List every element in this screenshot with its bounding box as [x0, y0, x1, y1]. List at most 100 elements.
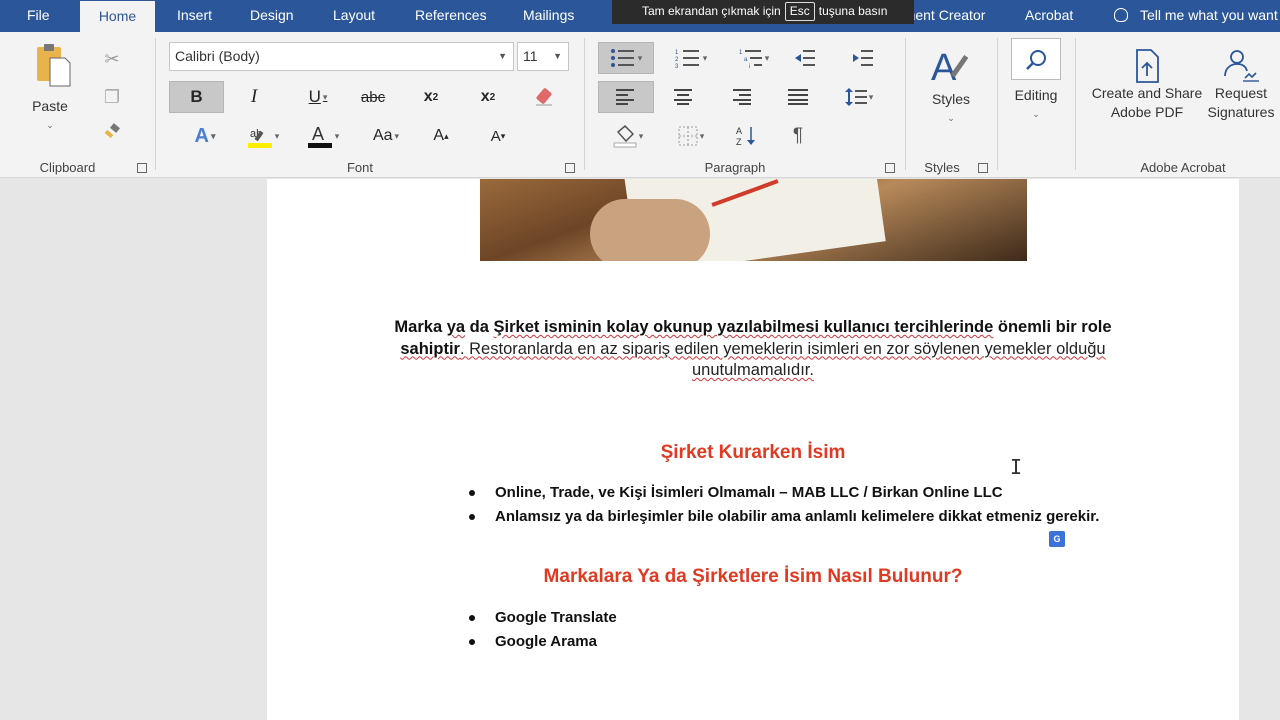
shading-button[interactable]: ▾ [605, 120, 651, 152]
cut-icon[interactable]: ✂ [100, 46, 124, 72]
intro-rest: . Restoranlarda en az sipariş edilen yem… [459, 339, 1106, 380]
styles-button[interactable]: A Styles ⌄ [918, 42, 984, 128]
change-case-button[interactable]: Aa ▾ [366, 120, 406, 152]
svg-text:A: A [931, 47, 957, 86]
request-signatures-button[interactable]: Request Signatures [1204, 48, 1278, 122]
tab-insert[interactable]: Insert [177, 0, 212, 32]
list-item[interactable]: Online, Trade, ve Kişi İsimleri Olmamalı… [469, 481, 1099, 505]
borders-icon [678, 126, 698, 146]
line-spacing-button[interactable]: ▾ [838, 81, 880, 113]
font-color-button[interactable]: A ▾ [300, 120, 346, 152]
tab-layout[interactable]: Layout [333, 0, 375, 32]
tell-me-search[interactable]: Tell me what you want to do [1112, 0, 1280, 32]
ribbon-home: Paste ⌄ ✂ ❐ Clipboard ⬊ Calibri (Body)▼ … [0, 32, 1280, 178]
bullet-list-1: Online, Trade, ve Kişi İsimleri Olmamalı… [469, 481, 1099, 529]
shrink-font-icon[interactable]: A ▾ [484, 120, 512, 152]
document-canvas[interactable]: Marka ya da Şirket isminin kolay okunup … [0, 179, 1280, 720]
chevron-down-icon: ▾ [322, 91, 328, 102]
multilevel-list-button[interactable]: 1ai ▾ [733, 42, 775, 74]
bold-glyph: B [190, 87, 203, 106]
underline-button[interactable]: U ▾ [294, 81, 342, 113]
align-right-icon[interactable] [726, 81, 756, 113]
italic-button[interactable]: I [240, 81, 268, 113]
clipboard-group-label: Clipboard [39, 160, 96, 175]
chevron-down-icon: ▾ [868, 91, 874, 102]
document-page[interactable]: Marka ya da Şirket isminin kolay okunup … [267, 179, 1239, 720]
tab-references[interactable]: References [415, 0, 487, 32]
create-share-adobe-pdf-button[interactable]: Create and Share Adobe PDF [1088, 48, 1206, 122]
paste-button[interactable]: Paste ⌄ [22, 42, 78, 135]
adobe-acrobat-group-label: Adobe Acrobat [1140, 160, 1226, 175]
bullet-list-icon [610, 49, 634, 67]
paragraph-dialog-launcher[interactable]: ⬊ [885, 163, 895, 173]
hand-shape [590, 199, 710, 261]
intro-bold-3: da [469, 318, 489, 336]
tab-acrobat[interactable]: Acrobat [1025, 0, 1073, 32]
tab-file[interactable]: File [27, 0, 50, 32]
grow-font-icon[interactable]: A ▴ [427, 120, 455, 152]
heading-isim-nasil-bulunur[interactable]: Markalara Ya da Şirketlere İsim Nasıl Bu… [267, 566, 1239, 588]
strikethrough-button[interactable]: abc [356, 81, 390, 113]
font-color-icon: A [307, 124, 332, 148]
paragraph-group-label: Paragraph [704, 160, 766, 175]
tab-design[interactable]: Design [250, 0, 294, 32]
banner-text-after: tuşuna basın [818, 4, 888, 18]
fullscreen-exit-banner: Tam ekrandan çıkmak için Esc tuşuna basın [612, 0, 914, 24]
chevron-down-icon: ▾ [638, 130, 644, 141]
group-divider [905, 38, 906, 170]
svg-text:i: i [749, 64, 750, 68]
highlight-color-button[interactable]: ab ▾ [240, 120, 286, 152]
translate-icon[interactable]: G [1049, 531, 1065, 547]
font-name-combo[interactable]: Calibri (Body) ▼ [169, 42, 514, 71]
align-center-icon[interactable] [668, 81, 698, 113]
tab-home[interactable]: Home [80, 1, 155, 32]
group-divider [155, 38, 156, 170]
justify-icon[interactable] [783, 81, 813, 113]
chevron-down-icon: ▾ [764, 52, 770, 63]
styles-label: Styles [931, 91, 971, 107]
create-share-line1: Create and Share [1091, 85, 1203, 101]
chevron-down-icon: ▾ [210, 130, 216, 141]
increase-indent-icon[interactable] [848, 42, 878, 74]
sort-icon[interactable]: AZ [733, 120, 761, 152]
superscript-button[interactable]: x2 [473, 81, 503, 113]
search-icon [1011, 38, 1061, 80]
bold-button[interactable]: B [169, 81, 224, 113]
bullets-button[interactable]: ▾ [598, 42, 654, 74]
list-item[interactable]: Google Arama [469, 630, 617, 654]
align-left-icon[interactable] [598, 81, 654, 113]
font-group-label: Font [346, 160, 373, 175]
banner-text-before: Tam ekrandan çıkmak için [642, 4, 781, 18]
heading-sirket-kurarken[interactable]: Şirket Kurarken İsim [267, 442, 1239, 464]
decrease-indent-icon[interactable] [790, 42, 820, 74]
text-effects-button[interactable]: A ▾ [185, 120, 225, 152]
italic-glyph: I [250, 86, 258, 107]
borders-button[interactable]: ▾ [668, 120, 714, 152]
styles-dialog-launcher[interactable]: ⬊ [978, 163, 988, 173]
tab-mailings[interactable]: Mailings [523, 0, 574, 32]
tell-me-text: Tell me what you want to do [1140, 7, 1280, 23]
svg-text:A: A [312, 124, 324, 144]
editing-button[interactable]: Editing ⌄ [1006, 38, 1066, 124]
list-item[interactable]: Anlamsız ya da birleşimler bile olabilir… [469, 505, 1099, 529]
clipboard-dialog-launcher[interactable]: ⬊ [137, 163, 147, 173]
group-divider [584, 38, 585, 170]
svg-text:2: 2 [675, 57, 679, 63]
format-painter-icon[interactable] [100, 120, 124, 146]
copy-icon[interactable]: ❐ [100, 84, 124, 110]
font-dialog-launcher[interactable]: ⬊ [565, 163, 575, 173]
numbering-button[interactable]: 123 ▾ [668, 42, 714, 74]
group-divider [1075, 38, 1076, 170]
document-image[interactable] [480, 179, 1027, 261]
chevron-down-icon: ▾ [699, 130, 705, 141]
svg-text:a: a [744, 57, 748, 63]
subscript-button[interactable]: x2 [416, 81, 446, 113]
font-size-value: 11 [523, 48, 538, 64]
font-size-combo[interactable]: 11 ▼ [517, 42, 569, 71]
list-item[interactable]: Google Translate [469, 606, 617, 630]
clear-formatting-icon[interactable] [530, 81, 558, 113]
show-formatting-marks-icon[interactable]: ¶ [784, 120, 812, 152]
intro-paragraph[interactable]: Marka ya da Şirket isminin kolay okunup … [387, 317, 1119, 382]
chevron-down-icon: ▾ [334, 130, 340, 141]
svg-text:A: A [736, 126, 742, 136]
